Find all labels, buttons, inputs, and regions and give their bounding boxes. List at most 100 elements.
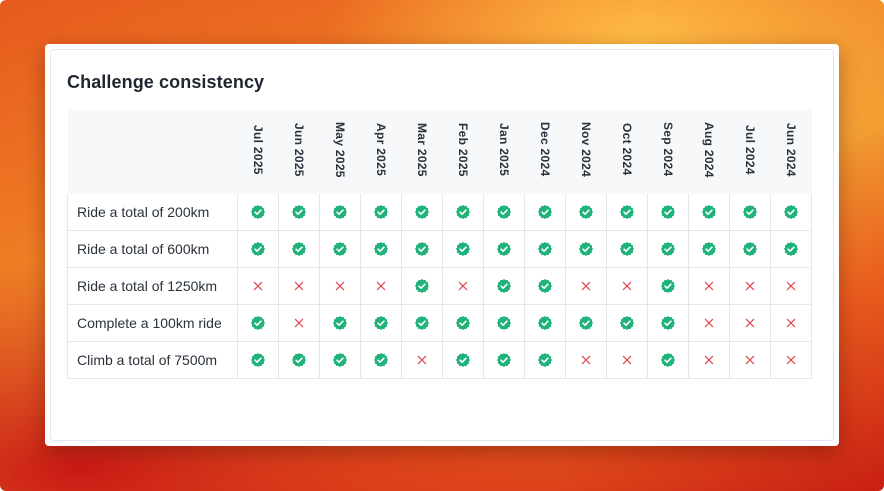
status-cell [565, 304, 607, 342]
check-badge-icon [578, 204, 594, 220]
check-badge-icon [250, 241, 266, 257]
status-cell [278, 230, 320, 268]
x-mark-icon [742, 278, 758, 294]
check-badge-icon [496, 241, 512, 257]
status-cell [442, 194, 484, 231]
card-title: Challenge consistency [67, 72, 265, 92]
status-cell [278, 194, 320, 231]
challenge-name: Ride a total of 1250km [67, 267, 238, 305]
month-header: Mar 2025 [401, 110, 443, 194]
check-badge-icon [496, 315, 512, 331]
consistency-table: Jul 2025 Jun 2025 May 2025 Apr 2025 Mar 2025… [67, 110, 812, 379]
check-badge-icon [455, 315, 471, 331]
check-badge-icon [660, 241, 676, 257]
x-mark-icon [250, 278, 266, 294]
month-label: Oct 2024 [620, 123, 634, 176]
x-mark-icon [373, 278, 389, 294]
status-cell [483, 230, 525, 268]
status-cell [278, 267, 320, 305]
status-cell [565, 194, 607, 231]
month-label: Nov 2024 [579, 121, 593, 178]
challenge-card: Challenge consistency Jul 2025 Jun 2025 Ma… [45, 44, 839, 446]
check-badge-icon [332, 352, 348, 368]
x-mark-icon [455, 278, 471, 294]
month-label: Jan 2025 [497, 122, 511, 177]
status-cell [442, 267, 484, 305]
status-cell [606, 194, 648, 231]
check-badge-icon [496, 204, 512, 220]
check-badge-icon [455, 352, 471, 368]
status-cell [688, 267, 730, 305]
x-mark-icon [291, 315, 307, 331]
status-cell [401, 194, 443, 231]
status-cell [319, 341, 361, 379]
status-cell [770, 341, 812, 379]
challenge-name: Ride a total of 200km [67, 194, 238, 231]
check-badge-icon [742, 204, 758, 220]
check-badge-icon [373, 352, 389, 368]
month-label: Jun 2024 [784, 122, 798, 177]
check-badge-icon [619, 315, 635, 331]
table-row: Climb a total of 7500m [67, 341, 812, 379]
table-row: Ride a total of 1250km [67, 267, 812, 305]
status-cell [360, 194, 402, 231]
month-header: Jul 2024 [729, 110, 771, 194]
check-badge-icon [496, 352, 512, 368]
status-cell [647, 267, 689, 305]
table-row: Ride a total of 200km [67, 194, 812, 231]
check-badge-icon [373, 204, 389, 220]
month-header: Feb 2025 [442, 110, 484, 194]
month-header: Jun 2024 [770, 110, 812, 194]
status-cell [278, 341, 320, 379]
status-cell [606, 341, 648, 379]
check-badge-icon [701, 241, 717, 257]
month-label: Feb 2025 [456, 122, 470, 177]
check-badge-icon [332, 315, 348, 331]
status-cell [770, 267, 812, 305]
check-badge-icon [783, 204, 799, 220]
month-header: Jun 2025 [278, 110, 320, 194]
check-badge-icon [250, 315, 266, 331]
status-cell [360, 341, 402, 379]
status-cell [483, 304, 525, 342]
status-cell [524, 267, 566, 305]
month-header: Jul 2025 [237, 110, 279, 194]
status-cell [688, 230, 730, 268]
header-row: Jul 2025 Jun 2025 May 2025 Apr 2025 Mar 2025… [67, 110, 812, 194]
month-label: May 2025 [333, 121, 347, 178]
status-cell [565, 267, 607, 305]
card-panel: Challenge consistency Jul 2025 Jun 2025 Ma… [50, 49, 834, 441]
status-cell [237, 194, 279, 231]
month-header: Dec 2024 [524, 110, 566, 194]
check-badge-icon [250, 204, 266, 220]
status-cell [770, 304, 812, 342]
status-cell [647, 194, 689, 231]
month-header: Nov 2024 [565, 110, 607, 194]
status-cell [606, 304, 648, 342]
month-header: May 2025 [319, 110, 361, 194]
x-mark-icon [619, 278, 635, 294]
status-cell [360, 230, 402, 268]
month-label: Mar 2025 [415, 122, 429, 177]
status-cell [524, 304, 566, 342]
x-mark-icon [742, 352, 758, 368]
status-cell [319, 230, 361, 268]
status-cell [360, 267, 402, 305]
x-mark-icon [783, 278, 799, 294]
x-mark-icon [701, 315, 717, 331]
check-badge-icon [619, 241, 635, 257]
check-badge-icon [455, 204, 471, 220]
status-cell [483, 267, 525, 305]
month-header: Jan 2025 [483, 110, 525, 194]
x-mark-icon [742, 315, 758, 331]
month-label: Apr 2025 [374, 122, 388, 177]
month-header: Apr 2025 [360, 110, 402, 194]
table-body: Ride a total of 200km Ride a total of 600… [67, 194, 812, 379]
check-badge-icon [250, 352, 266, 368]
month-header: Oct 2024 [606, 110, 648, 194]
consistency-table-scroll[interactable]: Jul 2025 Jun 2025 May 2025 Apr 2025 Mar 2025… [67, 110, 818, 380]
month-label: Dec 2024 [538, 122, 552, 177]
status-cell [483, 194, 525, 231]
check-badge-icon [742, 241, 758, 257]
check-badge-icon [660, 204, 676, 220]
